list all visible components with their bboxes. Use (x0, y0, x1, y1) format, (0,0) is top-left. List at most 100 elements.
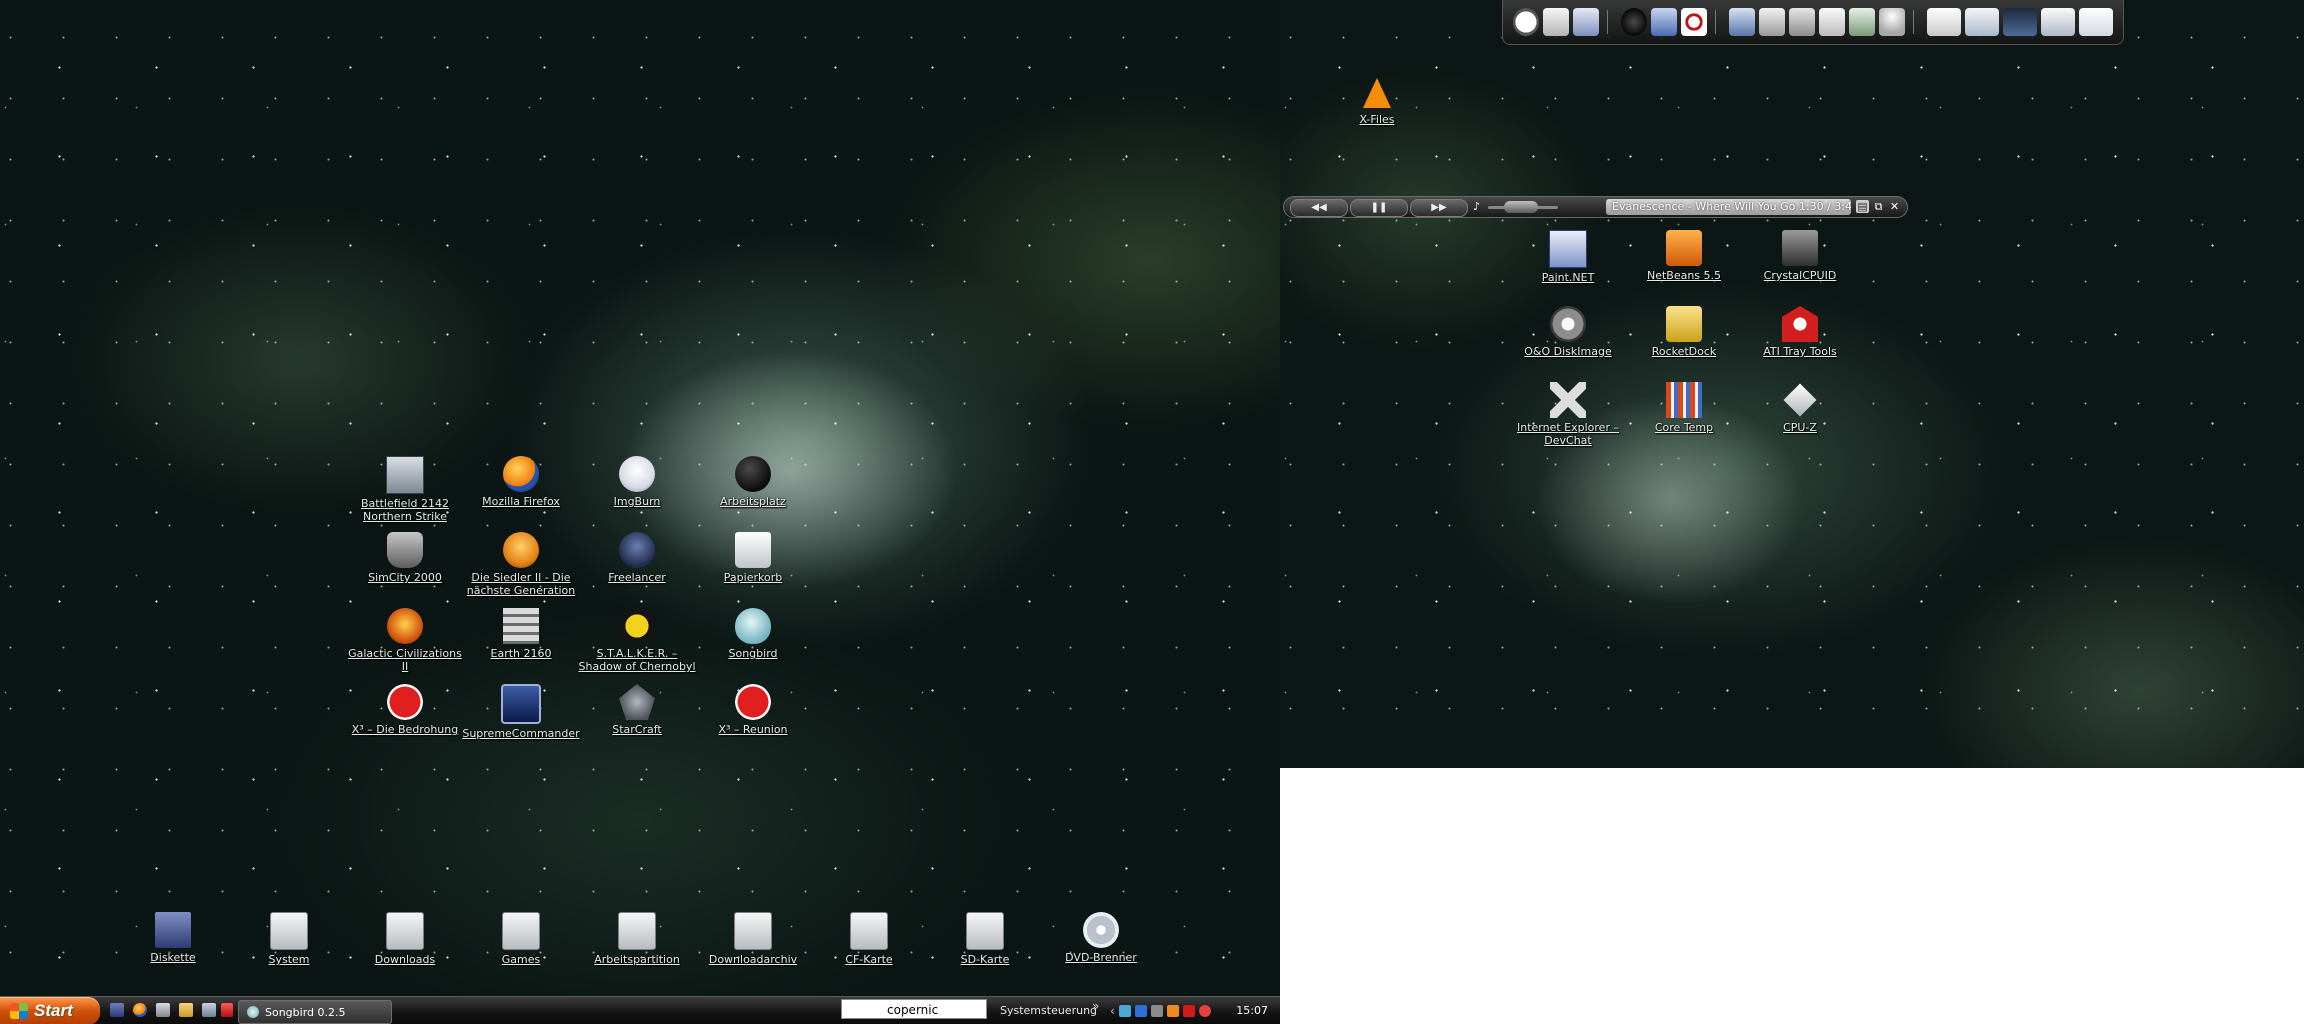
icon-label: StarCraft (612, 723, 662, 736)
previous-button[interactable]: ◀◀ (1290, 199, 1348, 217)
antivirus-icon[interactable] (1198, 1005, 1211, 1017)
mute-icon[interactable]: ♪ (1470, 200, 1483, 213)
icon-label: Games (501, 953, 541, 966)
icon-label: Arbeitsplatz (720, 495, 786, 508)
volume-icon[interactable] (1150, 1005, 1163, 1017)
desktop-icon-x3-bedrohung[interactable]: X³ – Die Bedrohung (345, 684, 465, 736)
drive-arbeitspartition[interactable]: Arbeitspartition (577, 912, 697, 966)
pages-icon[interactable] (1819, 8, 1845, 36)
desktop-icon-ati-tray-tools[interactable]: ATI Tray Tools (1740, 306, 1860, 358)
desktop-icon-supremecommander[interactable]: SupremeCommander (461, 684, 581, 740)
window-thumbnail-icon[interactable] (2003, 8, 2037, 36)
quicklaunch-firefox-icon[interactable] (133, 1003, 147, 1017)
desktop-icon-x3-reunion[interactable]: X³ – Reunion (693, 684, 813, 736)
close-button[interactable]: ✕ (1888, 200, 1901, 213)
quicklaunch-folder-icon[interactable] (179, 1003, 193, 1017)
now-playing-display[interactable]: Evanescence - Where Will You Go 1:30 / 3… (1606, 199, 1851, 215)
vlc-icon-wrapper (1363, 78, 1391, 110)
desktop-icon-freelancer[interactable]: Freelancer (577, 532, 697, 584)
quicklaunch-window-icon[interactable] (156, 1003, 170, 1017)
computer-icon[interactable] (1621, 8, 1647, 36)
desktop-icon-songbird[interactable]: Songbird (693, 608, 813, 660)
start-button[interactable]: Start (0, 997, 100, 1024)
book-icon[interactable] (1651, 8, 1677, 36)
desktop-icon-netbeans[interactable]: NetBeans 5.5 (1624, 230, 1744, 282)
search-input[interactable]: copernic (841, 999, 987, 1019)
desktop-icon-siedler[interactable]: Die Siedler II - Die nächste Generation (461, 532, 581, 597)
pause-button[interactable]: ❚❚ (1350, 199, 1408, 217)
network-icon[interactable] (1789, 8, 1815, 36)
desktop-icon-crystalcpuid[interactable]: CrystalCPUID (1740, 230, 1860, 282)
tray-expand-icon[interactable]: ‹ (1110, 1004, 1115, 1018)
quicklaunch-app-icon[interactable] (202, 1003, 216, 1017)
desktop-icon-stalker[interactable]: S.T.A.L.K.E.R. – Shadow of Chernobyl (577, 608, 697, 673)
vlc-icon (1363, 78, 1391, 108)
desktop-icon-simcity[interactable]: SimCity 2000 (345, 532, 465, 584)
drive-cf-karte[interactable]: CF-Karte (809, 912, 929, 966)
drive-diskette[interactable]: Diskette (113, 912, 233, 964)
desktop-icon-earth2160[interactable]: Earth 2160 (461, 608, 581, 660)
icon-label: X-Files (1359, 113, 1395, 126)
desktop-icon-arbeitsplatz[interactable]: Arbeitsplatz (693, 456, 813, 508)
dvd-icon (1083, 912, 1119, 948)
desktop-icon-paintnet[interactable]: Paint.NET (1508, 230, 1628, 284)
drive-system[interactable]: System (229, 912, 349, 966)
desktop-icon-galciv[interactable]: Galactic Civilizations II (345, 608, 465, 673)
icon-label: X³ – Reunion (718, 723, 788, 736)
starfield-wallpaper (0, 0, 1280, 1024)
webcam-icon[interactable] (1681, 8, 1707, 36)
drive-sd-karte[interactable]: SD-Karte (925, 912, 1045, 966)
songbird-icon (247, 1006, 259, 1018)
pen-icon[interactable] (1849, 8, 1875, 36)
network-icon[interactable] (1118, 1005, 1131, 1017)
user-icon[interactable] (1879, 8, 1905, 36)
icon-label: Mozilla Firefox (482, 495, 560, 508)
clock[interactable]: 15:07 (1236, 1004, 1268, 1017)
window-thumbnail-icon[interactable] (1927, 8, 1961, 36)
x3-reunion-icon (735, 684, 771, 720)
window-thumbnail-icon[interactable] (2079, 8, 2113, 36)
bluetooth-icon[interactable] (1134, 1005, 1147, 1017)
window-thumbnail-icon[interactable] (2041, 8, 2075, 36)
drive-downloadarchiv[interactable]: Downloadarchiv (693, 912, 813, 966)
icon-label: CrystalCPUID (1763, 269, 1837, 282)
desktop-icon-imgburn[interactable]: ImgBurn (577, 456, 697, 508)
taskbar-button-songbird[interactable]: Songbird 0.2.5 (238, 1000, 392, 1024)
next-button[interactable]: ▶▶ (1410, 199, 1468, 217)
window-thumbnail-icon[interactable] (1965, 8, 1999, 36)
drive-downloads[interactable]: Downloads (345, 912, 465, 966)
volume-slider[interactable] (1504, 201, 1538, 213)
desktop-icon-starcraft[interactable]: StarCraft (577, 684, 697, 736)
chevron-icon[interactable]: » (1092, 999, 1099, 1013)
desktop-icon-battlefield[interactable]: Battlefield 2142 Northern Strike (345, 456, 465, 523)
app-tray-icon[interactable] (1166, 1005, 1179, 1017)
desktop-icon-coretemp[interactable]: Core Temp (1624, 382, 1744, 434)
document-icon[interactable] (1543, 8, 1569, 36)
icon-label: SD-Karte (960, 953, 1010, 966)
desktop-icon-rocketdock[interactable]: RocketDock (1624, 306, 1744, 358)
desktop-icon-xfiles[interactable]: X-Files (1317, 78, 1437, 126)
ati-tray-icon[interactable] (1182, 1005, 1195, 1017)
drive-dvd-brenner[interactable]: DVD-Brenner (1041, 912, 1161, 964)
restore-button[interactable]: ⧉ (1872, 200, 1885, 213)
crystalcpuid-icon (1782, 230, 1818, 266)
drive-games[interactable]: Games (461, 912, 581, 966)
desktop-icon-papierkorb[interactable]: Papierkorb (693, 532, 813, 584)
quicklaunch-media-icon[interactable] (221, 1003, 233, 1017)
drive-icon (618, 912, 656, 950)
notebook-icon[interactable] (1573, 8, 1599, 36)
desktop-icon-oo-diskimage[interactable]: O&O DiskImage (1508, 306, 1628, 358)
desktop-icon-firefox[interactable]: Mozilla Firefox (461, 456, 581, 508)
stalker-icon (619, 608, 655, 644)
scanner-icon[interactable] (1729, 8, 1755, 36)
drive-icon (850, 912, 888, 950)
desktop-icon-ie-devchat[interactable]: Internet Explorer – DevChat (1508, 382, 1628, 447)
quicklaunch-desktop-icon[interactable] (110, 1003, 124, 1017)
systemsteuerung-toolbar[interactable]: Systemsteuerung (1000, 1004, 1097, 1017)
icon-label: Downloadarchiv (708, 953, 798, 966)
rocketdock-icon (1666, 306, 1702, 342)
clock-icon[interactable] (1513, 8, 1539, 36)
desktop-icon-cpuz[interactable]: CPU-Z (1740, 382, 1860, 434)
playlist-icon[interactable]: ▤ (1856, 200, 1869, 213)
phone-icon[interactable] (1759, 8, 1785, 36)
